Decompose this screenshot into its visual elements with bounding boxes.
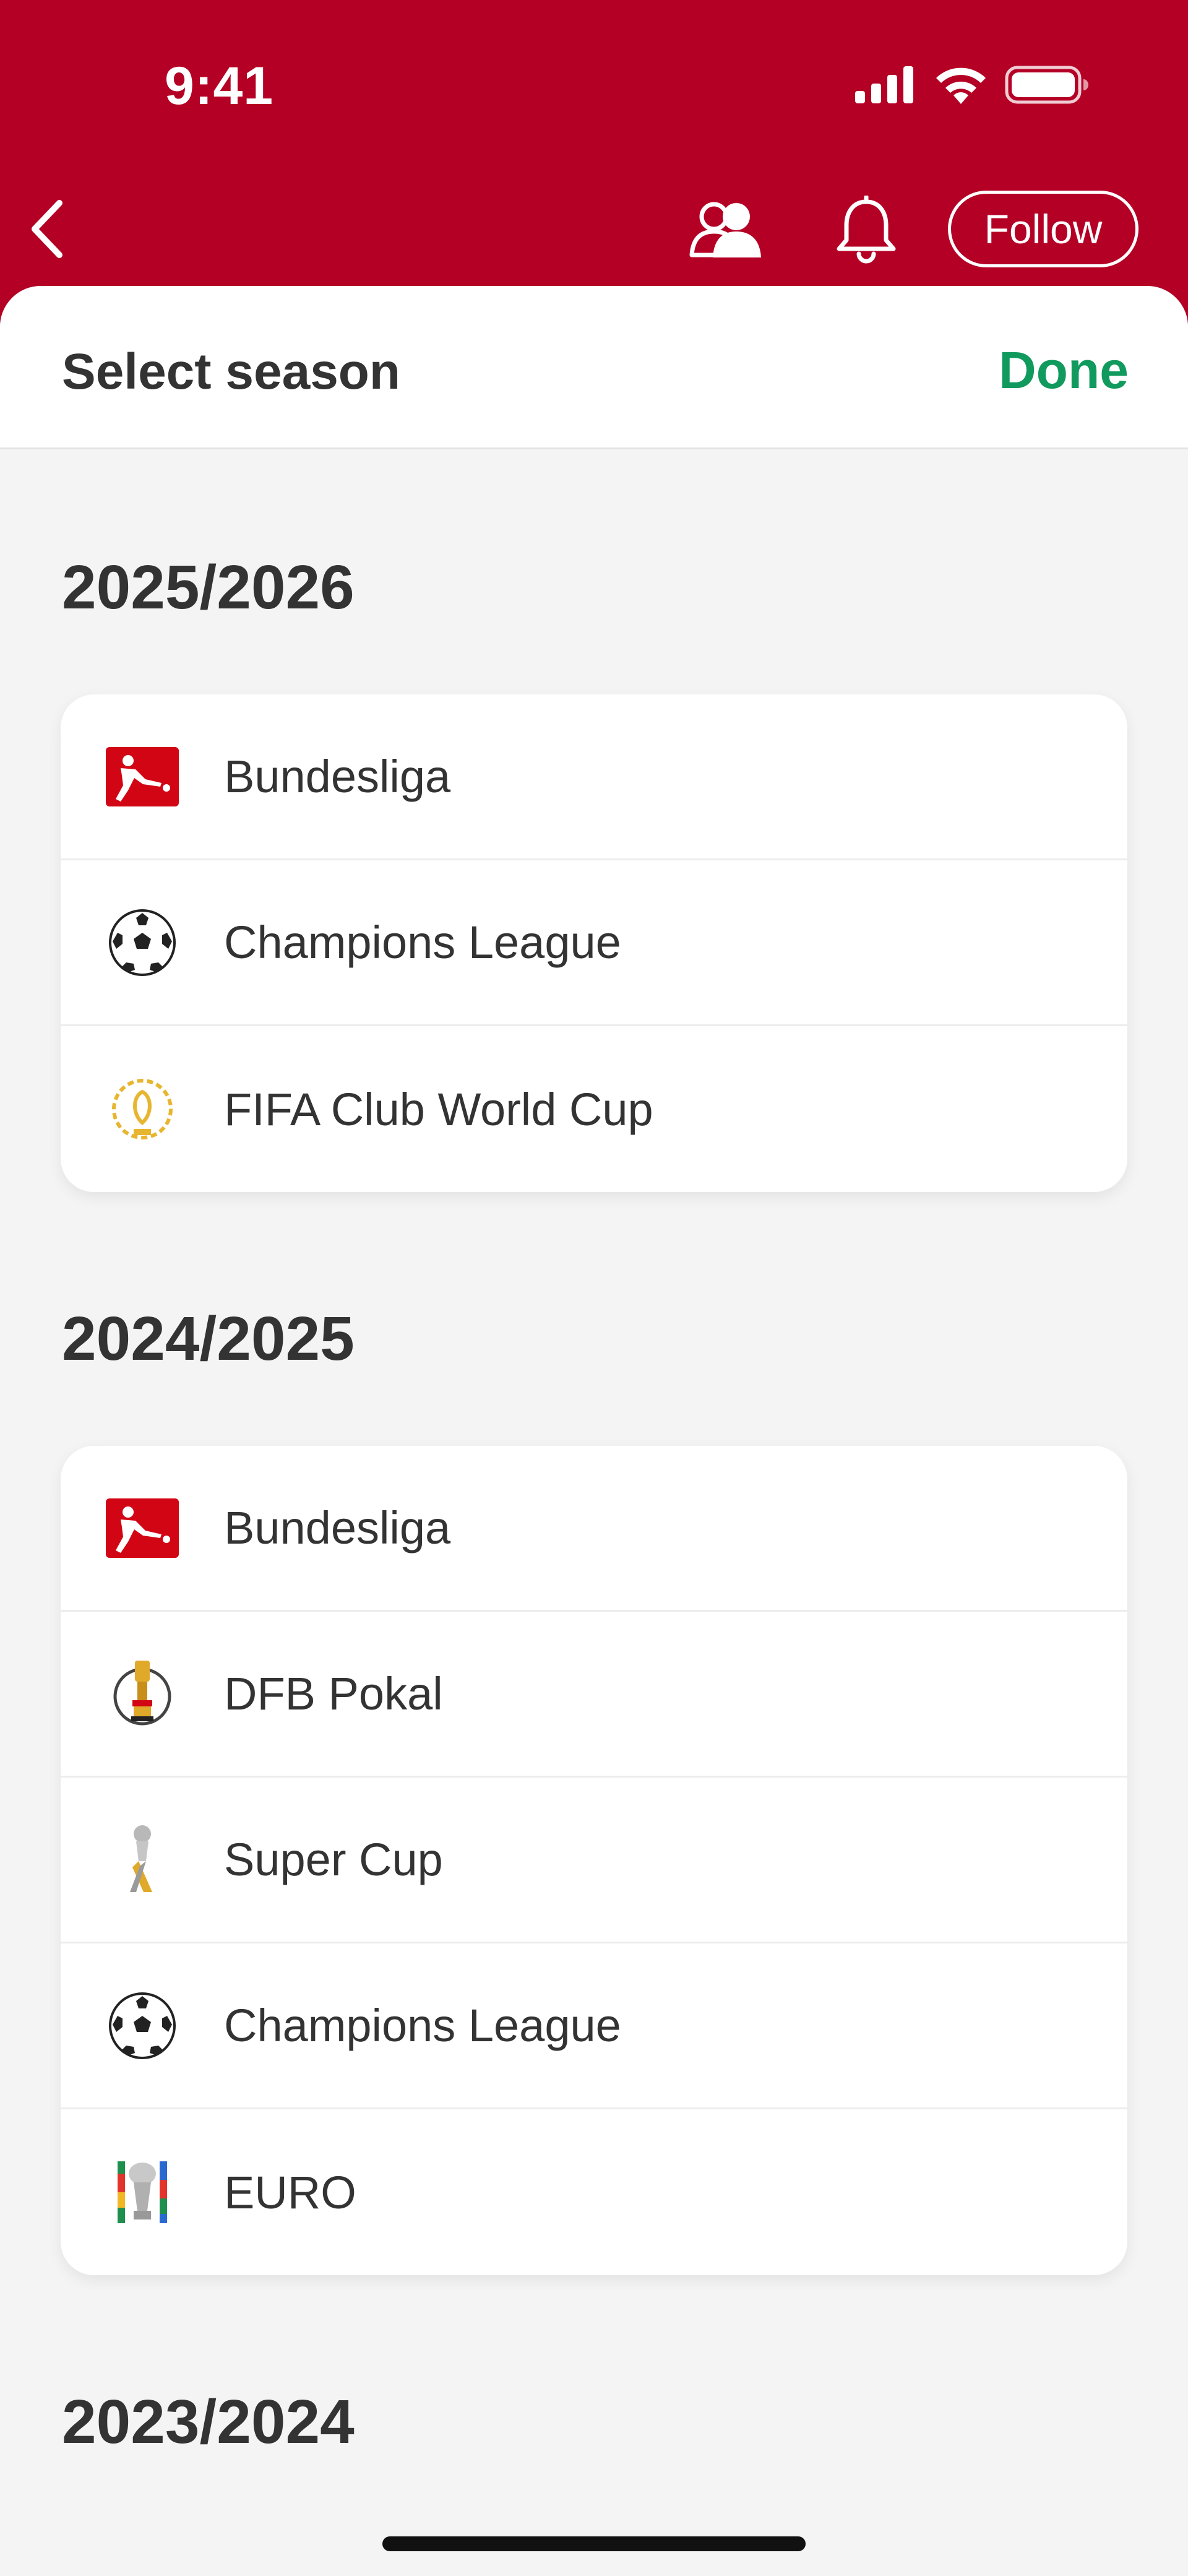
champions-league-ball-icon [104,904,181,981]
bundesliga-icon [104,738,181,815]
follow-button[interactable]: Follow [948,191,1138,267]
competition-row-champions-league[interactable]: Champions League [61,860,1127,1026]
bundesliga-icon [104,1490,181,1567]
club-world-cup-icon [104,1071,181,1148]
season-heading: 2023/2024 [62,2387,355,2457]
cellular-signal-icon [855,66,913,103]
done-button[interactable]: Done [999,340,1129,400]
competition-row-super-cup[interactable]: Super Cup [61,1778,1127,1943]
competition-row-euro[interactable]: EURO [61,2109,1127,2275]
season-heading: 2025/2026 [62,553,355,622]
status-icons [855,64,1089,105]
super-cup-icon [104,1822,181,1898]
home-indicator[interactable] [382,2536,806,2551]
competition-row-champions-league[interactable]: Champions League [61,1943,1127,2109]
squad-people-icon[interactable] [688,198,765,260]
app-screen: 9:41 Follow Select season Done 2025/2026… [0,0,1188,2576]
sheet-header: Select season Done [0,286,1188,449]
season-heading: 2024/2025 [62,1304,355,1373]
competition-row-club-world-cup[interactable]: FIFA Club World Cup [61,1026,1127,1192]
season-card: Bundesliga Champions League FIFA Club Wo… [61,694,1127,1192]
competition-row-dfb-pokal[interactable]: DFB Pokal [61,1612,1127,1778]
competition-name: Super Cup [224,1834,443,1885]
season-picker-sheet: Select season Done 2025/2026 Bundesliga [0,286,1188,2576]
back-chevron-icon[interactable] [24,198,73,260]
competition-name: Champions League [224,917,621,968]
champions-league-ball-icon [104,1987,181,2064]
competition-name: Bundesliga [224,1502,451,1554]
competition-name: EURO [224,2166,356,2218]
wifi-icon [936,67,986,104]
competition-name: FIFA Club World Cup [224,1083,653,1135]
competition-row-bundesliga[interactable]: Bundesliga [61,694,1127,860]
sheet-title: Select season [62,344,400,400]
competition-name: DFB Pokal [224,1668,443,1719]
battery-icon [1005,66,1088,104]
season-card: Bundesliga DFB Pokal Super Cup Champions… [61,1446,1127,2275]
euro-trophy-icon [104,2154,181,2231]
competition-row-bundesliga[interactable]: Bundesliga [61,1446,1127,1612]
bell-icon[interactable] [833,196,900,264]
dfb-pokal-icon [104,1656,181,1732]
competition-name: Champions League [224,2000,621,2051]
status-time: 9:41 [165,56,274,116]
competition-name: Bundesliga [224,751,451,802]
